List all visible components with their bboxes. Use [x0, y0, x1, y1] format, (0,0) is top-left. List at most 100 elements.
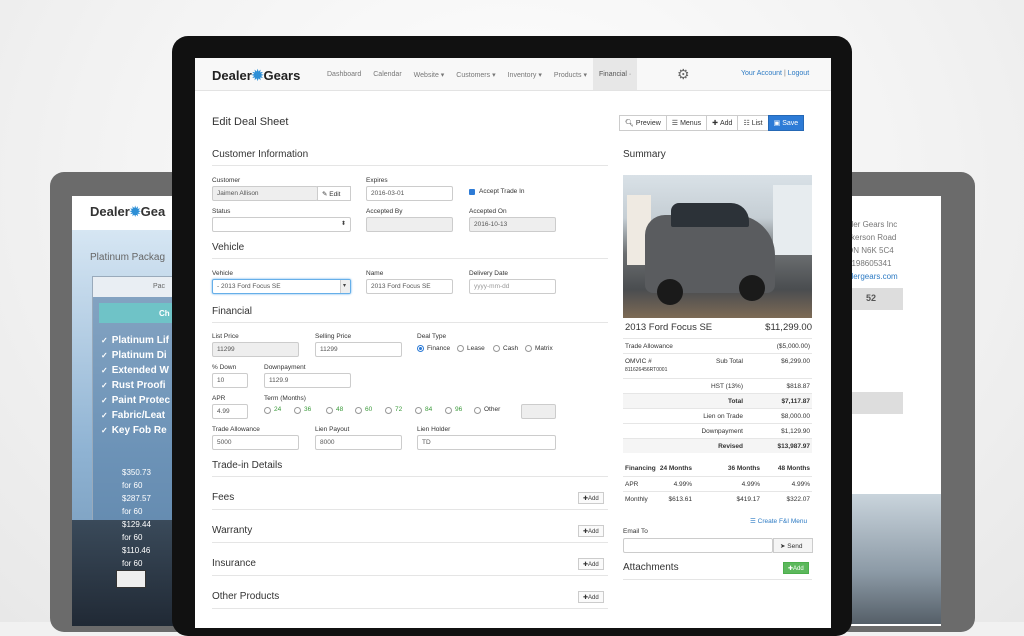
accept-trade-label: Accept Trade In: [479, 188, 525, 195]
deal-type-cash-radio[interactable]: [493, 345, 500, 352]
expires-field[interactable]: 2016-03-01: [366, 186, 453, 201]
delivery-date-label: Delivery Date: [469, 270, 509, 277]
logout-link[interactable]: Logout: [788, 70, 809, 77]
term-other-field[interactable]: [521, 404, 556, 419]
vehicle-select[interactable]: - 2013 Ford Focus SE ▾: [212, 279, 351, 294]
lien-holder-field[interactable]: TD: [417, 435, 556, 450]
vehicle-section-title: Vehicle: [212, 242, 245, 253]
bg-right-box-2: [851, 392, 903, 414]
trade-allowance-field[interactable]: 5000: [212, 435, 299, 450]
divider: [212, 575, 608, 576]
divider: [212, 476, 608, 477]
nav-calendar[interactable]: Calendar: [367, 58, 407, 90]
settings-gears-icon[interactable]: ⚙: [677, 66, 690, 83]
account-separator: |: [783, 70, 786, 77]
photo-wheel: [739, 275, 765, 301]
term-84-radio[interactable]: [415, 407, 422, 414]
downpayment-field[interactable]: 1129.9: [264, 373, 351, 388]
nav-inventory[interactable]: Inventory ▾: [502, 58, 548, 90]
page-toolbar: 🔍︎ Preview ☰ Menus ✚ Add ☷ List ▣ Save: [619, 115, 805, 131]
menus-button[interactable]: ☰ Menus: [665, 115, 708, 131]
edit-customer-button[interactable]: ✎ Edit: [317, 186, 351, 201]
accepted-by-label: Accepted By: [366, 208, 403, 215]
gear-logo-icon: ✹: [251, 67, 264, 83]
term-other-radio[interactable]: [474, 407, 481, 414]
account-links: Your Account | Logout: [741, 70, 809, 77]
bg-right-box: 52: [851, 288, 903, 310]
term-60-radio[interactable]: [355, 407, 362, 414]
bg-left-choose-button: Ch: [99, 303, 183, 323]
divider: [212, 258, 608, 259]
list-price-label: List Price: [212, 333, 239, 340]
term-label: Term (Months): [264, 395, 306, 402]
save-button[interactable]: ▣ Save: [767, 115, 805, 131]
email-to-label: Email To: [623, 528, 648, 535]
list-price-field[interactable]: 11299: [212, 342, 299, 357]
photo-windshield: [671, 203, 749, 227]
warranty-section-title: Warranty: [212, 525, 253, 536]
deal-type-lease-radio[interactable]: [457, 345, 464, 352]
main-menu: Dashboard Calendar Website ▾ Customers ▾…: [321, 58, 638, 90]
pct-down-field[interactable]: 10: [212, 373, 248, 388]
accepted-on-field[interactable]: 2016-10-13: [469, 217, 556, 232]
floppy-icon: ▣: [773, 120, 781, 127]
status-select[interactable]: ⬍: [212, 217, 351, 232]
insurance-section-title: Insurance: [212, 558, 256, 569]
vehicle-name-field[interactable]: 2013 Ford Focus SE: [366, 279, 453, 294]
accepted-on-label: Accepted On: [469, 208, 507, 215]
selling-price-label: Selling Price: [315, 333, 352, 340]
list-button[interactable]: ☷ List: [737, 115, 769, 131]
list-icon: ☷: [743, 120, 750, 127]
term-other-label: Other: [484, 406, 501, 413]
term-72-label: 72: [395, 406, 403, 413]
photo-rv: [773, 185, 812, 255]
add-other-product-button[interactable]: ✚Add: [578, 591, 604, 603]
email-to-field[interactable]: [623, 538, 773, 553]
term-36-radio[interactable]: [294, 407, 301, 414]
deal-type-matrix-radio[interactable]: [525, 345, 532, 352]
term-72-radio[interactable]: [385, 407, 392, 414]
status-label: Status: [212, 208, 231, 215]
nav-customers[interactable]: Customers ▾: [450, 58, 501, 90]
lien-holder-label: Lien Holder: [417, 426, 451, 433]
name-label: Name: [366, 270, 384, 277]
page-title: Edit Deal Sheet: [212, 116, 289, 128]
preview-button[interactable]: 🔍︎ Preview: [619, 115, 667, 131]
summary-row-revised: Revised $13,987.97: [623, 438, 812, 453]
plus-icon: ✚: [712, 120, 718, 127]
bg-left-license-plate: [116, 570, 146, 588]
selling-price-field[interactable]: 11299: [315, 342, 402, 357]
summary-row-lien: Lien on Trade $8,000.00: [623, 408, 812, 423]
apr-field[interactable]: 4.99: [212, 404, 248, 419]
nav-dashboard[interactable]: Dashboard: [321, 58, 367, 90]
your-account-link[interactable]: Your Account: [741, 70, 782, 77]
accepted-by-field[interactable]: [366, 217, 453, 232]
divider: [212, 322, 608, 323]
nav-financial[interactable]: Financial ·: [592, 58, 638, 90]
nav-website[interactable]: Website ▾: [408, 58, 451, 90]
delivery-date-field[interactable]: yyyy-mm-dd: [469, 279, 556, 294]
add-button[interactable]: ✚ Add: [706, 115, 739, 131]
add-insurance-button[interactable]: ✚Add: [578, 558, 604, 570]
bg-left-prices: $350.73 for 60 $287.57 for 60 $129.44 for 6…: [122, 468, 151, 568]
summary-vehicle-price: $11,299.00: [765, 322, 812, 333]
create-fi-menu-link[interactable]: ☰ Create F&I Menu: [750, 517, 807, 525]
send-button[interactable]: ➤ Send: [773, 538, 813, 553]
edit-icon: ✎: [322, 191, 328, 198]
add-warranty-button[interactable]: ✚Add: [578, 525, 604, 537]
add-fee-button[interactable]: ✚Add: [578, 492, 604, 504]
lien-payout-field[interactable]: 8000: [315, 435, 402, 450]
term-24-radio[interactable]: [264, 407, 271, 414]
vehicle-photo: [623, 175, 812, 318]
divider: [623, 579, 812, 580]
deal-type-finance-radio[interactable]: [417, 345, 424, 352]
term-48-radio[interactable]: [326, 407, 333, 414]
brand-logo[interactable]: Dealer✹Gears: [212, 67, 300, 84]
apr-label: APR: [212, 395, 226, 402]
customer-field[interactable]: Jaimen Allison: [212, 186, 318, 201]
pct-down-label: % Down: [212, 364, 237, 371]
nav-products[interactable]: Products ▾: [548, 58, 593, 90]
accept-trade-checkbox[interactable]: [469, 189, 475, 195]
add-attachment-button[interactable]: ✚Add: [783, 562, 809, 574]
term-96-radio[interactable]: [445, 407, 452, 414]
